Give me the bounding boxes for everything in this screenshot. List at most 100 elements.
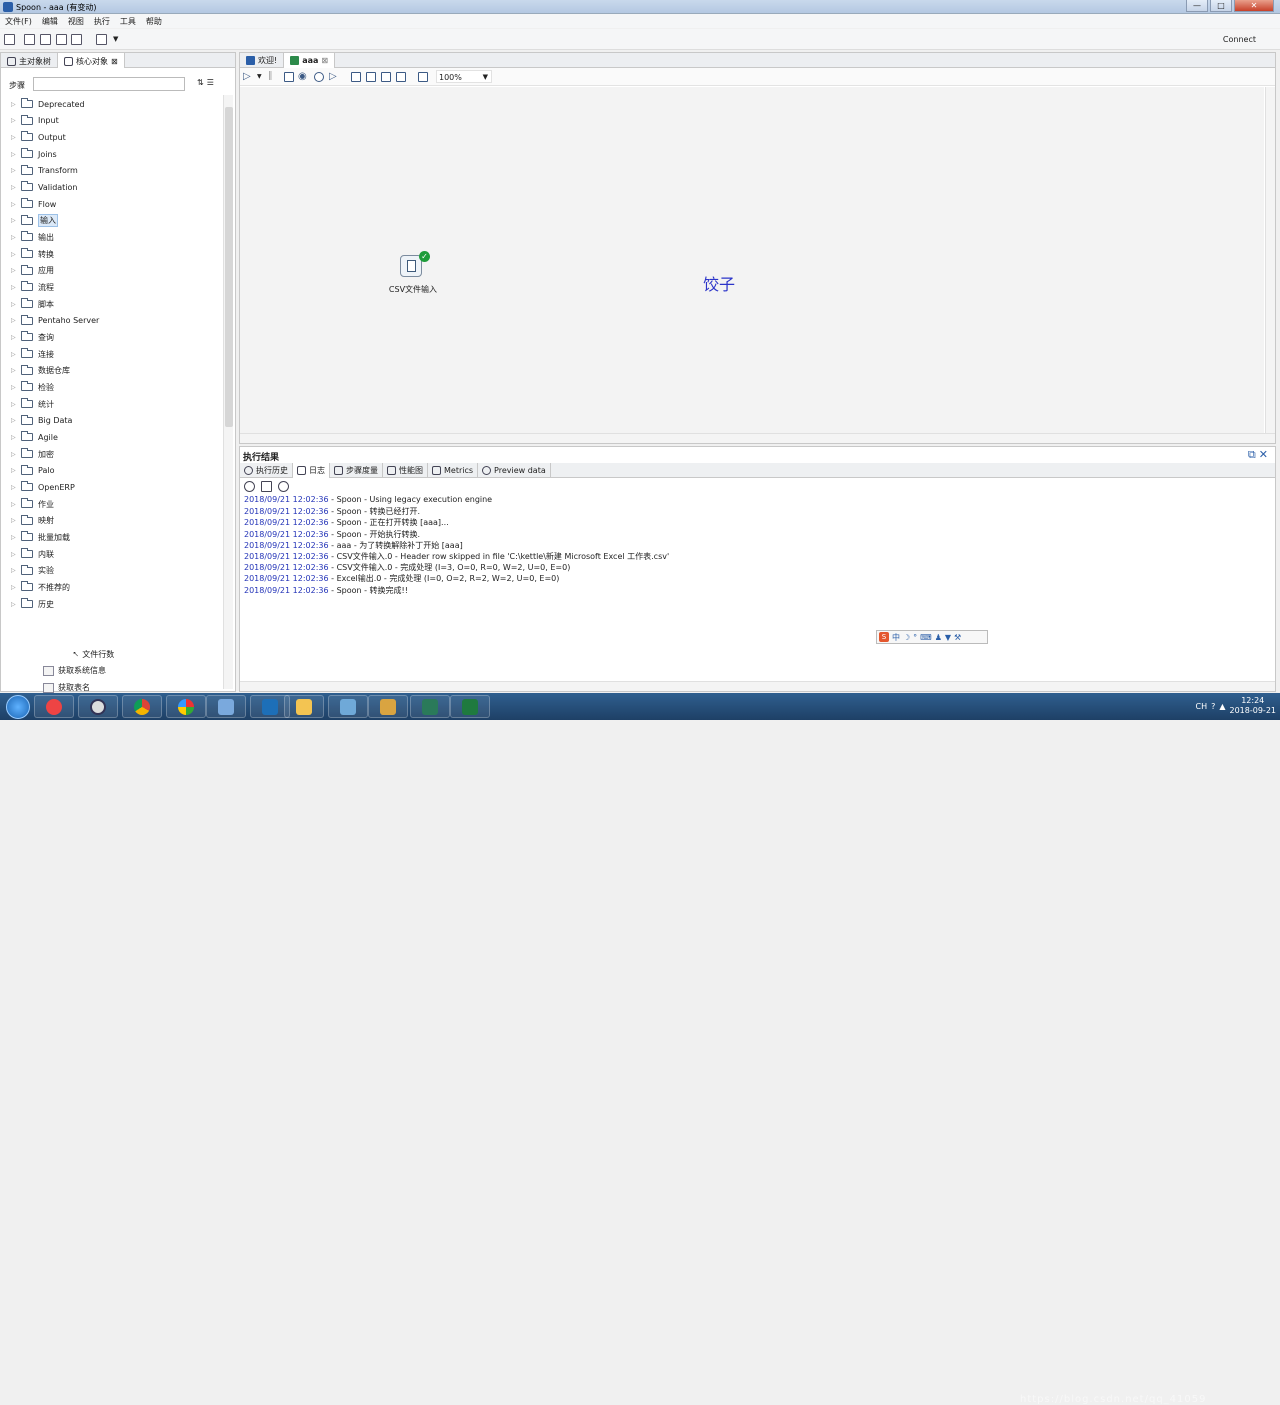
- expand-arrow-icon[interactable]: ▷: [11, 301, 21, 308]
- scrollbar-thumb[interactable]: [225, 107, 233, 427]
- expand-arrow-icon[interactable]: ▷: [11, 451, 21, 458]
- log-horizontal-scrollbar[interactable]: [240, 681, 1275, 691]
- moon-icon[interactable]: ☽: [903, 633, 910, 642]
- steps-search-input[interactable]: [33, 77, 185, 91]
- user-icon[interactable]: ♟: [935, 633, 942, 642]
- explore-db-icon[interactable]: [396, 72, 406, 82]
- tree-folder-item[interactable]: ▷ 输出: [11, 230, 54, 244]
- expand-arrow-icon[interactable]: ▷: [11, 184, 21, 191]
- expand-arrow-icon[interactable]: ▷: [11, 334, 21, 341]
- taskbar-app-9[interactable]: [368, 695, 408, 718]
- expand-arrow-icon[interactable]: ▷: [11, 401, 21, 408]
- tree-folder-item[interactable]: ▷ 脚本: [11, 297, 54, 311]
- tree-folder-item[interactable]: ▷ 不推荐的: [11, 580, 70, 594]
- connect-button[interactable]: Connect: [1223, 35, 1256, 44]
- tree-folder-item[interactable]: ▷ 查询: [11, 330, 54, 344]
- tree-folder-item[interactable]: ▷ Output: [11, 130, 66, 144]
- tree-folder-item[interactable]: ▷ 检验: [11, 380, 54, 394]
- menu-file[interactable]: 文件(F): [0, 14, 37, 28]
- taskbar-app-1[interactable]: [34, 695, 74, 718]
- tree-folder-item[interactable]: ▷ OpenERP: [11, 480, 75, 494]
- expand-arrow-icon[interactable]: ▷: [11, 117, 21, 124]
- tab-preview-data[interactable]: Preview data: [478, 463, 551, 478]
- expand-arrow-icon[interactable]: ▷: [11, 267, 21, 274]
- tree-folder-item[interactable]: ▷ Flow: [11, 197, 56, 211]
- expand-arrow-icon[interactable]: ▷: [11, 284, 21, 291]
- tab-welcome[interactable]: 欢迎!: [240, 53, 285, 68]
- expand-arrow-icon[interactable]: ▷: [11, 517, 21, 524]
- canvas-vertical-scrollbar[interactable]: [1265, 87, 1275, 433]
- tab-core-objects[interactable]: 核心对象 ⊠: [58, 53, 125, 68]
- close-tab-icon[interactable]: ⊠: [111, 57, 118, 66]
- layers-dropdown-icon[interactable]: ▼: [113, 35, 118, 43]
- wrench-icon[interactable]: ⚒: [954, 633, 961, 642]
- tree-folder-item[interactable]: ▷ 应用: [11, 264, 54, 278]
- expand-arrow-icon[interactable]: ▷: [11, 201, 21, 208]
- clock[interactable]: 12:24 2018-09-21: [1230, 696, 1277, 716]
- expand-arrow-icon[interactable]: ▷: [11, 501, 21, 508]
- keyboard-icon[interactable]: ⌨: [920, 633, 932, 642]
- tree-folder-item[interactable]: ▷ 实验: [11, 564, 54, 578]
- collapse-all-icon[interactable]: ☰: [207, 78, 217, 87]
- network-icon[interactable]: ▲: [1219, 702, 1225, 711]
- expand-arrow-icon[interactable]: ▷: [11, 351, 21, 358]
- expand-arrow-icon[interactable]: ▷: [11, 484, 21, 491]
- expand-arrow-icon[interactable]: ▷: [11, 234, 21, 241]
- expand-arrow-icon[interactable]: ▷: [11, 584, 21, 591]
- taskbar-app-5[interactable]: [206, 695, 246, 718]
- tree-folder-item[interactable]: ▷ 流程: [11, 280, 54, 294]
- expand-arrow-icon[interactable]: ▷: [11, 434, 21, 441]
- close-button[interactable]: ✕: [1234, 0, 1274, 12]
- tab-execution-history[interactable]: 执行历史: [240, 463, 293, 478]
- tree-folder-item[interactable]: ▷ Joins: [11, 147, 57, 161]
- expand-arrow-icon[interactable]: ▷: [11, 534, 21, 541]
- tree-folder-item[interactable]: ▷ 批量加载: [11, 530, 70, 544]
- minimize-button[interactable]: —: [1186, 0, 1208, 12]
- left-panel-scrollbar[interactable]: [223, 95, 233, 689]
- tree-folder-item[interactable]: ▷ 历史: [11, 597, 54, 611]
- tree-folder-item[interactable]: ▷ Transform: [11, 164, 78, 178]
- tree-folder-item[interactable]: ▷ 转换: [11, 247, 54, 261]
- transformation-canvas[interactable]: ✓ CSV文件输入 饺子: [240, 87, 1264, 433]
- expand-all-icon[interactable]: ⇅: [197, 78, 207, 87]
- canvas-note[interactable]: 饺子: [703, 271, 735, 295]
- tree-folder-item[interactable]: ▷ 作业: [11, 497, 54, 511]
- taskbar-gif-recorder[interactable]: [410, 695, 450, 718]
- ime-mode-label[interactable]: 中: [892, 632, 900, 643]
- expand-arrow-icon[interactable]: ▷: [11, 151, 21, 158]
- expand-arrow-icon[interactable]: ▷: [11, 217, 21, 224]
- debug-icon[interactable]: [314, 72, 324, 82]
- taskbar-app-2[interactable]: [78, 695, 118, 718]
- expand-arrow-icon[interactable]: ▷: [11, 101, 21, 108]
- start-button[interactable]: [6, 695, 30, 719]
- close-tab-icon[interactable]: ⊠: [321, 56, 328, 65]
- taskbar-chrome[interactable]: [122, 695, 162, 718]
- taskbar-app-8[interactable]: [328, 695, 368, 718]
- maximize-button[interactable]: □: [1210, 0, 1232, 12]
- expand-arrow-icon[interactable]: ▷: [11, 601, 21, 608]
- save-icon[interactable]: [56, 34, 67, 45]
- help-icon[interactable]: ?: [1211, 702, 1215, 711]
- settings-gear-icon[interactable]: [278, 481, 289, 492]
- expand-arrow-icon[interactable]: ▷: [11, 134, 21, 141]
- ime-toolbar[interactable]: S 中 ☽ ° ⌨ ♟ ▼ ⚒: [876, 630, 988, 644]
- tab-main-object-tree[interactable]: 主对象树: [1, 53, 58, 68]
- expand-arrow-icon[interactable]: ▷: [11, 251, 21, 258]
- tree-folder-item[interactable]: ▷ 统计: [11, 397, 54, 411]
- expand-arrow-icon[interactable]: ▷: [11, 467, 21, 474]
- clear-log-icon[interactable]: [244, 481, 255, 492]
- taskbar-excel[interactable]: [450, 695, 490, 718]
- tree-folder-item[interactable]: ▷ 加密: [11, 447, 54, 461]
- tab-aaa[interactable]: aaa ⊠: [284, 53, 336, 68]
- expand-arrow-icon[interactable]: ▷: [11, 367, 21, 374]
- tree-folder-item[interactable]: ▷ 输入: [11, 214, 58, 228]
- taskbar-explorer[interactable]: [284, 695, 324, 718]
- tree-folder-item[interactable]: ▷ Agile: [11, 430, 58, 444]
- tree-folder-item[interactable]: ▷ 数据仓库: [11, 364, 70, 378]
- menu-run[interactable]: 执行: [89, 14, 115, 28]
- menu-tools[interactable]: 工具: [115, 14, 141, 28]
- preview-icon[interactable]: ◉: [298, 71, 307, 82]
- verify-icon[interactable]: [351, 72, 361, 82]
- open-file-icon[interactable]: [24, 34, 35, 45]
- language-indicator[interactable]: CH: [1195, 702, 1207, 711]
